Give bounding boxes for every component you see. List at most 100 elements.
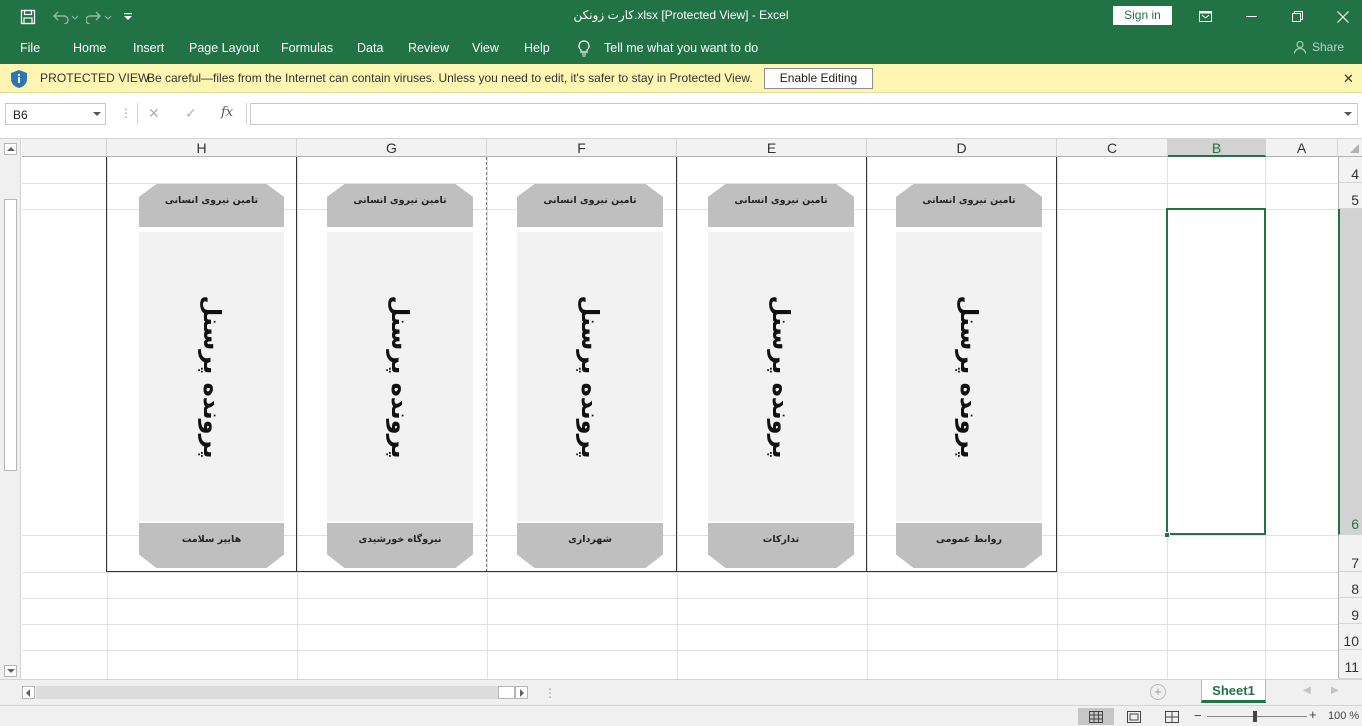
row-header-7[interactable]: 7 [1338, 535, 1362, 572]
name-box-value: B6 [13, 108, 28, 122]
column-header-f[interactable]: F [487, 139, 677, 157]
card-header-text: تامین نیروی انسانی [543, 195, 637, 206]
card-body: پرونده پرسنل [517, 232, 663, 521]
card-footer: شهرداری [517, 523, 663, 568]
card-header-text: تامین نیروی انسانی [922, 195, 1016, 206]
ribbon-display-options-icon[interactable] [1182, 0, 1228, 33]
label-card-f: تامین نیروی انسانی پرونده پرسنل شهرداری [517, 184, 663, 568]
column-header-b[interactable]: B [1168, 139, 1266, 157]
card-footer: روابط عمومی [896, 523, 1042, 568]
zoom-slider-thumb[interactable] [1253, 711, 1257, 722]
gridline [487, 157, 488, 679]
column-header-c[interactable]: C [1057, 139, 1168, 157]
gridline [22, 624, 1338, 625]
card-header: تامین نیروی انسانی [708, 184, 854, 227]
column-header-h[interactable]: H [107, 139, 297, 157]
sign-in-button[interactable]: Sign in [1113, 6, 1172, 25]
row-header-5[interactable]: 5 [1338, 183, 1362, 209]
card-body: پرونده پرسنل [327, 232, 473, 521]
previous-sheet-icon[interactable]: ◀ [1303, 685, 1311, 696]
formula-input[interactable] [250, 103, 1358, 125]
horizontal-scrollbar[interactable] [36, 686, 498, 699]
page-break-preview-icon[interactable] [1154, 708, 1190, 725]
row-header-8[interactable]: 8 [1338, 572, 1362, 598]
tab-view[interactable]: View [472, 41, 499, 55]
row-header-10[interactable]: 10 [1338, 624, 1362, 650]
tab-data[interactable]: Data [357, 41, 383, 55]
card-header: تامین نیروی انسانی [327, 184, 473, 227]
zoom-level[interactable]: 100 % [1328, 710, 1359, 722]
column-header-blank[interactable] [22, 139, 107, 157]
check-icon[interactable]: ✓ [185, 105, 197, 122]
next-sheet-icon[interactable]: ▶ [1331, 685, 1339, 696]
row-header-9[interactable]: 9 [1338, 598, 1362, 624]
tab-split-grip-icon[interactable]: ⋮ [544, 686, 556, 700]
gridline [297, 157, 298, 679]
close-icon[interactable] [1320, 0, 1362, 33]
gridline [677, 157, 678, 679]
ribbon-tabs: File Home Insert Page Layout Formulas Da… [0, 33, 1362, 64]
selected-cell-b6[interactable] [1166, 208, 1266, 535]
tab-home[interactable]: Home [73, 41, 106, 55]
share-button[interactable]: Share [1293, 40, 1344, 54]
chevron-down-icon[interactable] [93, 112, 101, 116]
tab-file[interactable]: File [20, 41, 40, 55]
column-header-e[interactable]: E [677, 139, 867, 157]
formula-bar-grip-icon[interactable]: ⋮ [120, 106, 132, 120]
zoom-in-icon[interactable]: + [1309, 707, 1317, 722]
page-layout-view-icon[interactable] [1116, 708, 1152, 725]
label-card-g: تامین نیروی انسانی پرونده پرسنل نیروگاه … [327, 184, 473, 568]
close-icon[interactable]: ✕ [1343, 71, 1354, 87]
gridline [867, 157, 868, 679]
tab-page-layout[interactable]: Page Layout [189, 41, 259, 55]
sheet-tab-sheet1[interactable]: Sheet1 [1201, 680, 1266, 703]
card-footer: نیروگاه خورشیدی [327, 523, 473, 568]
redo-icon[interactable] [84, 0, 114, 33]
column-header-d[interactable]: D [867, 139, 1057, 157]
vertical-scrollbar[interactable] [0, 139, 21, 679]
tab-insert[interactable]: Insert [133, 41, 164, 55]
lightbulb-icon[interactable] [577, 40, 591, 60]
scroll-up-icon[interactable] [4, 143, 17, 155]
gridline [107, 157, 108, 679]
zoom-slider[interactable] [1207, 716, 1307, 717]
undo-icon[interactable] [50, 0, 80, 33]
restore-icon[interactable] [1274, 0, 1320, 33]
scroll-right-icon[interactable] [515, 686, 528, 699]
column-header-g[interactable]: G [297, 139, 487, 157]
cell-border [866, 157, 867, 572]
save-icon[interactable] [16, 0, 40, 33]
minimize-icon[interactable] [1228, 0, 1274, 33]
expand-formula-bar-icon[interactable] [1344, 112, 1352, 116]
worksheet-grid[interactable]: H G F E D C B A 4 5 6 7 8 9 10 11 تامین … [0, 139, 1362, 679]
protected-view-bar: PROTECTED VIEW Be careful—files from the… [0, 64, 1362, 93]
cancel-icon[interactable]: ✕ [148, 105, 160, 122]
column-header-a[interactable]: A [1266, 139, 1338, 157]
zoom-out-icon[interactable]: − [1194, 708, 1202, 723]
tab-help[interactable]: Help [524, 41, 550, 55]
normal-view-icon[interactable] [1078, 708, 1114, 725]
customize-toolbar-icon[interactable] [116, 0, 140, 33]
tab-formulas[interactable]: Formulas [281, 41, 333, 55]
card-title: پرونده پرسنل [576, 294, 604, 459]
row-header-6[interactable]: 6 [1338, 209, 1362, 535]
enable-editing-button[interactable]: Enable Editing [764, 68, 873, 89]
row-header-11[interactable]: 11 [1338, 650, 1362, 679]
card-title: پرونده پرسنل [386, 294, 414, 459]
card-footer-text: تدارکات [762, 534, 800, 545]
new-sheet-button[interactable]: + [1150, 684, 1166, 700]
vertical-scroll-thumb[interactable] [4, 199, 17, 471]
scroll-down-icon[interactable] [4, 665, 17, 677]
tab-review[interactable]: Review [408, 41, 449, 55]
horizontal-scroll-thumb[interactable] [498, 686, 515, 699]
card-header: تامین نیروی انسانی [139, 184, 284, 227]
shield-icon [9, 69, 29, 92]
card-footer-text: روابط عمومی [936, 534, 1002, 545]
name-box[interactable]: B6 [5, 103, 106, 125]
select-all-corner[interactable] [1338, 139, 1362, 157]
insert-function-icon[interactable]: fx [221, 105, 233, 120]
row-header-4[interactable]: 4 [1338, 157, 1362, 183]
fill-handle[interactable] [1164, 532, 1170, 538]
scroll-left-icon[interactable] [22, 686, 35, 699]
tell-me-search[interactable]: Tell me what you want to do [604, 41, 758, 55]
